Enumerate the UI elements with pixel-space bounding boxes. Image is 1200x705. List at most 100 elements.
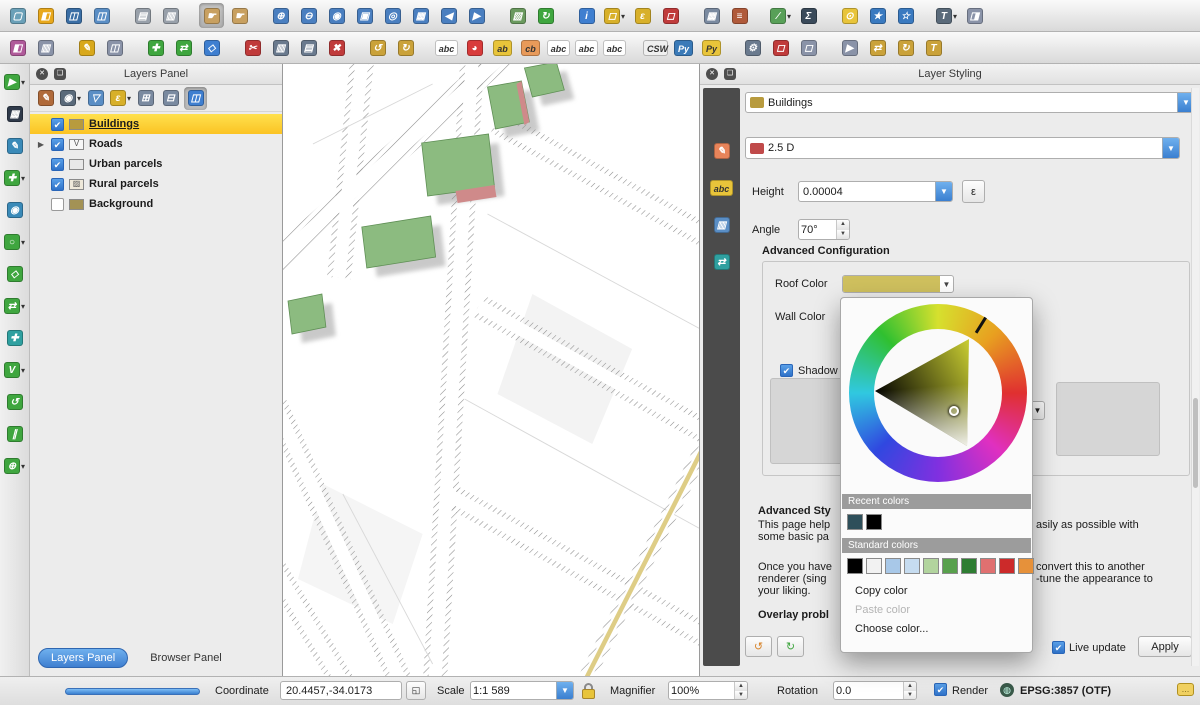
undo-style-button[interactable]: ↺ (745, 636, 772, 657)
color-selector-handle[interactable] (949, 406, 959, 416)
move-label-tool[interactable]: ⇄ (865, 35, 890, 60)
python-console-button[interactable]: Py (671, 35, 696, 60)
zoom-to-layer-button[interactable]: ▦ (408, 3, 433, 28)
spinner-arrows[interactable]: ▲▼ (836, 220, 849, 239)
style-manager-button[interactable]: ◧ (5, 35, 30, 60)
color-swatch[interactable] (942, 558, 958, 574)
zoom-to-selection-button[interactable]: ◎ (380, 3, 405, 28)
pan-to-selection-tool[interactable]: ☛ (227, 3, 252, 28)
freehand-digitize-tool[interactable]: ✎ (3, 134, 27, 158)
chevron-down-icon[interactable]: ▼ (940, 280, 953, 289)
diagram-options-button[interactable]: ◕ (462, 35, 487, 60)
labels-tab[interactable]: abc (709, 175, 734, 200)
crs-icon[interactable]: ◍ (1000, 683, 1014, 697)
redo-edit-button[interactable]: ↻ (393, 35, 418, 60)
field-calculator-button[interactable]: ≡ (727, 3, 752, 28)
layer-row[interactable]: Buildings (30, 114, 282, 134)
toggle-editing-button[interactable]: ✎ (74, 35, 99, 60)
zoom-next-button[interactable]: ▶ (464, 3, 489, 28)
label-ab-button[interactable]: ab (490, 35, 515, 60)
change-label-tool[interactable]: T (921, 35, 946, 60)
menu-item[interactable]: Copy color (842, 582, 1031, 601)
layer-visibility-checkbox[interactable] (51, 178, 64, 191)
zoom-full-button[interactable]: ▣ (352, 3, 377, 28)
add-part-button[interactable]: ✚ (3, 326, 27, 350)
copy-style-button[interactable]: ▥ (33, 35, 58, 60)
spinner-arrows[interactable]: ▲▼ (734, 682, 747, 699)
map-canvas[interactable] (283, 64, 700, 676)
label-pin-button[interactable]: abc (546, 35, 571, 60)
node-tool[interactable]: ◇ (199, 35, 224, 60)
show-bookmarks-button[interactable]: ☆ (893, 3, 918, 28)
rotation-spinner[interactable]: 0.0 ▲▼ (833, 681, 917, 700)
new-map-view-button[interactable]: ▧ (505, 3, 530, 28)
layer-select-combo[interactable]: Buildings ▼ (745, 92, 1195, 113)
move-vertex-tool[interactable]: ⇄ (3, 294, 27, 318)
menu-item[interactable]: Paste color (842, 601, 1031, 620)
project-save-as-button[interactable]: ◫ (89, 3, 114, 28)
color-swatch[interactable] (866, 558, 882, 574)
hue-marker[interactable] (974, 317, 986, 334)
diagram-tab[interactable]: ▥ (709, 212, 734, 237)
manage-map-themes-button[interactable]: ◉ (59, 87, 82, 110)
move-feature-tool[interactable]: ⇄ (171, 35, 196, 60)
deselect-features-button[interactable]: ◻ (658, 3, 683, 28)
label-highlight-button[interactable]: abc (602, 35, 627, 60)
redo-style-button[interactable]: ↻ (777, 636, 804, 657)
apply-button[interactable]: Apply (1138, 636, 1192, 657)
color-swatch[interactable] (847, 558, 863, 574)
spatial-extent-button[interactable]: ◻ (796, 35, 821, 60)
message-log-icon[interactable]: … (1177, 683, 1194, 696)
pan-map-tool[interactable]: ☛ (199, 3, 224, 28)
live-update-checkbox[interactable] (1052, 641, 1065, 654)
add-polygon-tool[interactable]: ✚ (3, 166, 27, 190)
layer-row[interactable]: Background (30, 194, 282, 214)
project-save-button[interactable]: ◫ (61, 3, 86, 28)
csw-search-button[interactable]: CSW (643, 35, 668, 60)
measure-line-tool[interactable]: ∕ (768, 3, 793, 28)
annotation-more-button[interactable]: ◨ (962, 3, 987, 28)
zoom-in-tool[interactable]: ⊕ (268, 3, 293, 28)
zoom-out-tool[interactable]: ⊖ (296, 3, 321, 28)
cut-features-button[interactable]: ✂ (240, 35, 265, 60)
layer-row[interactable]: Urban parcels (30, 154, 282, 174)
layer-row[interactable]: ▨ Rural parcels (30, 174, 282, 194)
spinner-arrows[interactable]: ▲▼ (903, 682, 916, 699)
split-features-tool[interactable]: V (3, 358, 27, 382)
filter-legend-button[interactable]: ▽ (84, 87, 107, 110)
open-attribute-table-button[interactable]: ▦ (699, 3, 724, 28)
grid-options-button[interactable]: ▦ (3, 102, 27, 126)
scale-lock-icon[interactable] (581, 683, 596, 699)
extent-tool-button[interactable]: ◻ (768, 35, 793, 60)
color-swatch[interactable] (847, 514, 863, 530)
project-open-button[interactable]: ◧ (33, 3, 58, 28)
shadow-checkbox[interactable] (780, 364, 793, 377)
layer-visibility-checkbox[interactable] (51, 138, 64, 151)
undo-edit-button[interactable]: ↺ (365, 35, 390, 60)
render-checkbox[interactable] (934, 683, 947, 696)
data-defined-override-button[interactable]: ε (962, 180, 985, 203)
color-swatch[interactable] (961, 558, 977, 574)
select-by-expression-button[interactable]: ε (630, 3, 655, 28)
save-layer-edits-button[interactable]: ◫ (102, 35, 127, 60)
layer-visibility-checkbox[interactable] (51, 158, 64, 171)
expander-icon[interactable] (36, 140, 46, 149)
paste-features-button[interactable]: ▤ (296, 35, 321, 60)
scrollbar-thumb[interactable] (1193, 398, 1198, 488)
crs-status-button[interactable]: EPSG:3857 (OTF) (1020, 685, 1111, 697)
new-bookmark-button[interactable]: ★ (865, 3, 890, 28)
panel-tab[interactable]: Browser Panel (138, 649, 234, 667)
color-swatch[interactable] (980, 558, 996, 574)
labeling-options-button[interactable]: abc (434, 35, 459, 60)
color-swatch[interactable] (866, 514, 882, 530)
merge-features-button[interactable]: ⊕ (3, 454, 27, 478)
processing-options-button[interactable]: ⚙ (740, 35, 765, 60)
chevron-down-icon[interactable]: ▼ (1162, 138, 1179, 158)
rotate-label-tool[interactable]: ↻ (893, 35, 918, 60)
zoom-last-button[interactable]: ◀ (436, 3, 461, 28)
layer-visibility-checkbox[interactable] (51, 198, 64, 211)
label-cb-button[interactable]: cb (518, 35, 543, 60)
height-field[interactable]: 0.00004 ▼ (798, 181, 953, 202)
layout-manager-button[interactable]: ▥ (158, 3, 183, 28)
map-tips-button[interactable]: ⊙ (837, 3, 862, 28)
